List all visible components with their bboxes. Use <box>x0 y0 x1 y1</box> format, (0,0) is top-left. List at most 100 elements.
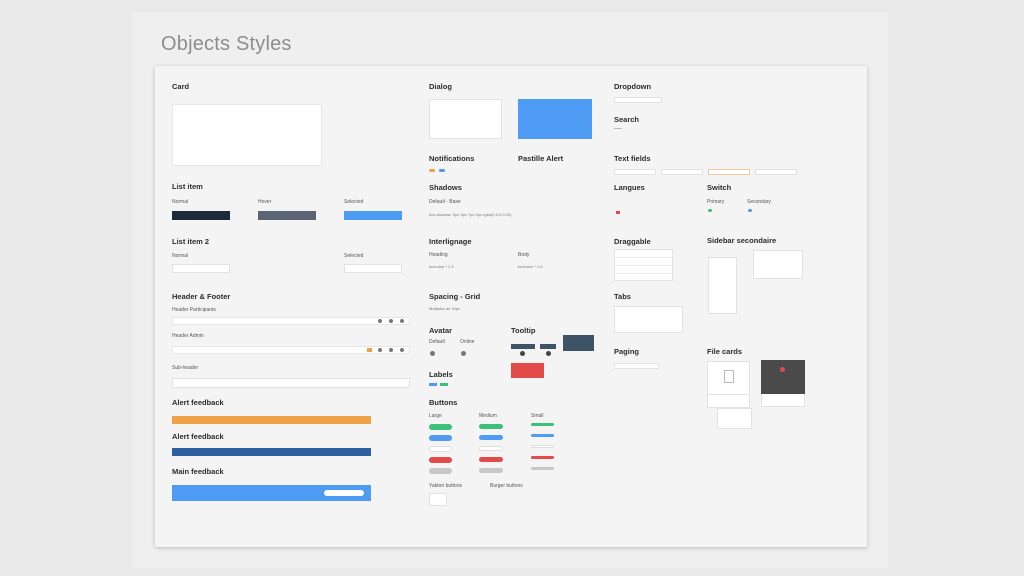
flag-icon[interactable] <box>616 211 620 214</box>
file-cards-title: File cards <box>707 347 743 356</box>
spacing-grid-spec: Multiples de 10px <box>429 306 461 311</box>
header-admin-label: Header Admin <box>172 333 204 339</box>
alert-feedback-2-title: Alert feedback <box>172 432 224 441</box>
button-small-green[interactable] <box>531 423 554 426</box>
alert-feedback-title: Alert feedback <box>172 398 224 407</box>
button-small-blue[interactable] <box>531 434 554 437</box>
list-item-2-normal[interactable] <box>172 264 230 273</box>
button-small-white[interactable] <box>531 445 554 448</box>
page-title: Objects Styles <box>161 33 292 55</box>
buttons-title: Buttons <box>429 398 458 407</box>
tabs-title: Tabs <box>614 292 631 301</box>
label-green <box>440 383 448 386</box>
tabs-sample[interactable] <box>614 306 683 333</box>
spacing-grid-title: Spacing - Grid <box>429 292 481 301</box>
text-field-2[interactable] <box>661 169 703 175</box>
list-item-hover[interactable] <box>258 211 316 220</box>
yaktori-button[interactable] <box>429 493 447 506</box>
switch-secondary[interactable] <box>748 209 752 212</box>
file-card-dark[interactable] <box>761 360 805 394</box>
avatar-online[interactable] <box>461 351 466 356</box>
buttons-large-label: Large <box>429 413 442 419</box>
sidebar-secondaire-list <box>708 257 737 314</box>
file-card-menu <box>717 408 752 429</box>
subheader-label: Sub-header <box>172 365 199 371</box>
search-underline[interactable] <box>614 128 622 129</box>
list-item-2-title: List item 2 <box>172 237 210 246</box>
text-fields-title: Text fields <box>614 154 651 163</box>
header-icon[interactable] <box>389 318 393 323</box>
search-title: Search <box>614 115 640 124</box>
notifications-title: Notifications <box>429 154 475 163</box>
switch-primary[interactable] <box>708 209 712 212</box>
list-item-normal-label: Normal <box>172 199 189 205</box>
subheader-bar <box>172 378 410 388</box>
interlignage-body-label: Body <box>518 252 530 258</box>
dropdown-title: Dropdown <box>614 82 652 91</box>
button-large-blue[interactable] <box>429 435 452 441</box>
tooltip-large <box>563 335 594 351</box>
header-participants-bar <box>172 317 410 325</box>
label-blue <box>429 383 437 386</box>
file-card-avatar <box>780 367 785 372</box>
dialog-title: Dialog <box>429 82 452 91</box>
text-field-4[interactable] <box>755 169 797 175</box>
list-item-hover-label: Hover <box>258 199 272 205</box>
button-large-red[interactable] <box>429 457 452 463</box>
tooltip-small <box>511 344 535 349</box>
file-icon <box>724 370 734 383</box>
draggable-title: Draggable <box>614 237 651 246</box>
text-field-3[interactable] <box>708 169 750 175</box>
button-large-white[interactable] <box>429 446 452 452</box>
text-field-1[interactable] <box>614 169 656 175</box>
dialog-blue <box>518 99 592 139</box>
button-medium-gray[interactable] <box>479 468 503 473</box>
header-icon[interactable] <box>378 347 382 352</box>
header-icon[interactable] <box>389 347 393 352</box>
draggable-row-divider <box>615 273 672 274</box>
labels-title: Labels <box>429 370 453 379</box>
shadows-spec: box-shadow: 0px 3px 7px 0px rgba(0,0,0,0… <box>429 212 512 217</box>
card-title: Card <box>172 82 190 91</box>
header-icon[interactable] <box>400 347 404 352</box>
button-medium-green[interactable] <box>479 424 503 429</box>
interlignage-title: Interlignage <box>429 237 472 246</box>
button-small-red[interactable] <box>531 456 554 459</box>
main-feedback-action-button[interactable] <box>324 490 364 496</box>
tooltip-title: Tooltip <box>511 326 536 335</box>
avatar-default[interactable] <box>430 351 435 356</box>
buttons-medium-label: Medium <box>479 413 497 419</box>
interlignage-heading-spec: font-size * 1.3 <box>429 264 454 269</box>
button-medium-white[interactable] <box>479 446 503 451</box>
dropdown-sample[interactable] <box>614 97 662 103</box>
shadows-title: Shadows <box>429 183 462 192</box>
sidebar-secondaire-panel <box>753 250 803 279</box>
interlignage-heading-label: Heading <box>429 252 448 258</box>
button-medium-blue[interactable] <box>479 435 503 440</box>
list-item-selected[interactable] <box>344 211 402 220</box>
button-large-gray[interactable] <box>429 468 452 474</box>
buttons-small-label: Small <box>531 413 544 419</box>
interlignage-body-spec: font-size * 1.5 <box>518 264 543 269</box>
avatar-default-label: Default <box>429 339 445 345</box>
header-icon[interactable] <box>378 318 382 323</box>
alert-feedback-blue[interactable] <box>172 448 371 456</box>
list-item-normal[interactable] <box>172 211 230 220</box>
header-participants-label: Header Participants <box>172 307 216 313</box>
alert-feedback-orange[interactable] <box>172 416 371 424</box>
header-icon[interactable] <box>400 318 404 323</box>
switch-title: Switch <box>707 183 732 192</box>
notification-dot-orange <box>429 169 435 172</box>
langues-title: Langues <box>614 183 645 192</box>
button-medium-red[interactable] <box>479 457 503 462</box>
header-admin-bar <box>172 346 410 354</box>
button-large-green[interactable] <box>429 424 452 430</box>
main-feedback-title: Main feedback <box>172 467 224 476</box>
shadows-default-label: Default - Base <box>429 199 461 205</box>
paging-title: Paging <box>614 347 640 356</box>
list-item-2-selected[interactable] <box>344 264 402 273</box>
list-item-title: List item <box>172 182 203 191</box>
button-small-gray[interactable] <box>531 467 554 470</box>
paging-sample[interactable] <box>614 363 659 369</box>
list-item-selected-label: Selected <box>344 199 364 205</box>
